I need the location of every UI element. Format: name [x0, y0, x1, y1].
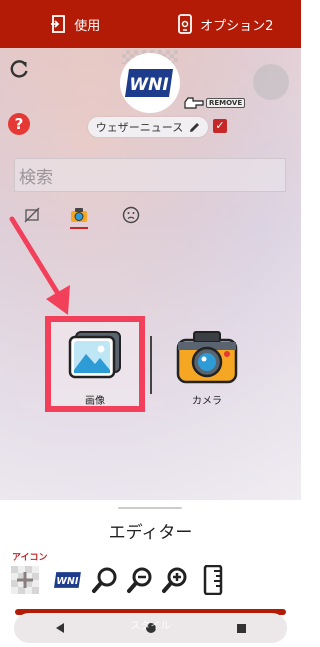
- zoom-in-button[interactable]: [160, 565, 190, 595]
- zoom-in-icon: [162, 567, 187, 593]
- editor-toolbar: WNI: [8, 565, 298, 599]
- icon-name-text: ウェザーニュース: [95, 121, 184, 134]
- camera-option-icon[interactable]: [176, 330, 238, 385]
- svg-text:WNI: WNI: [56, 576, 78, 587]
- style-label: スタイル: [130, 621, 171, 632]
- search-placeholder: 検索: [19, 167, 53, 188]
- magnifier-icon: [92, 567, 117, 593]
- phone-settings-icon: [178, 14, 193, 34]
- zoom-out-icon: [127, 567, 152, 593]
- pointing-hand-icon: [184, 97, 204, 109]
- add-icon-button[interactable]: [10, 565, 40, 595]
- search-button[interactable]: [90, 565, 120, 595]
- image-option-label: 画像: [85, 396, 105, 407]
- ruler-icon: [203, 565, 223, 595]
- options-button[interactable]: オプション2: [151, 0, 302, 48]
- weathernews-thumb-icon: WNI: [54, 572, 81, 588]
- help-icon[interactable]: ?: [8, 113, 30, 135]
- current-icon-button[interactable]: WNI: [53, 565, 83, 595]
- use-label: 使用: [74, 18, 101, 34]
- gallery-icon: [68, 331, 121, 379]
- search-input[interactable]: 検索: [14, 158, 286, 192]
- use-button[interactable]: 使用: [0, 0, 151, 48]
- import-icon: [51, 15, 66, 33]
- app-icon-preview[interactable]: WNI: [120, 53, 180, 113]
- options-label: オプション2: [200, 18, 274, 34]
- sheet-handle[interactable]: [118, 507, 182, 509]
- annotation-arrow: [9, 216, 70, 315]
- pencil-icon: [190, 122, 200, 132]
- weathernews-logo-icon: WNI: [125, 69, 173, 97]
- camera-option-label: カメラ: [192, 396, 222, 407]
- refresh-icon[interactable]: [8, 58, 30, 80]
- icon-name-chip[interactable]: ウェザーニュース: [88, 117, 208, 137]
- svg-text:WNI: WNI: [129, 75, 168, 95]
- remove-label: REMOVE: [206, 98, 246, 108]
- zoom-out-button[interactable]: [125, 565, 155, 595]
- top-bar: 使用 オプション2: [0, 0, 301, 48]
- ruler-button[interactable]: [198, 565, 228, 595]
- add-icon: [11, 566, 39, 594]
- remove-button[interactable]: REMOVE: [184, 96, 246, 110]
- editor-title: エディター: [108, 523, 193, 543]
- include-name-checkbox[interactable]: ✓: [213, 119, 227, 133]
- icon-section-label: アイコン: [12, 553, 48, 563]
- color-picker-circle[interactable]: [253, 64, 289, 100]
- option-divider: [150, 336, 152, 394]
- tab-face[interactable]: [120, 204, 142, 226]
- face-icon: [122, 206, 140, 224]
